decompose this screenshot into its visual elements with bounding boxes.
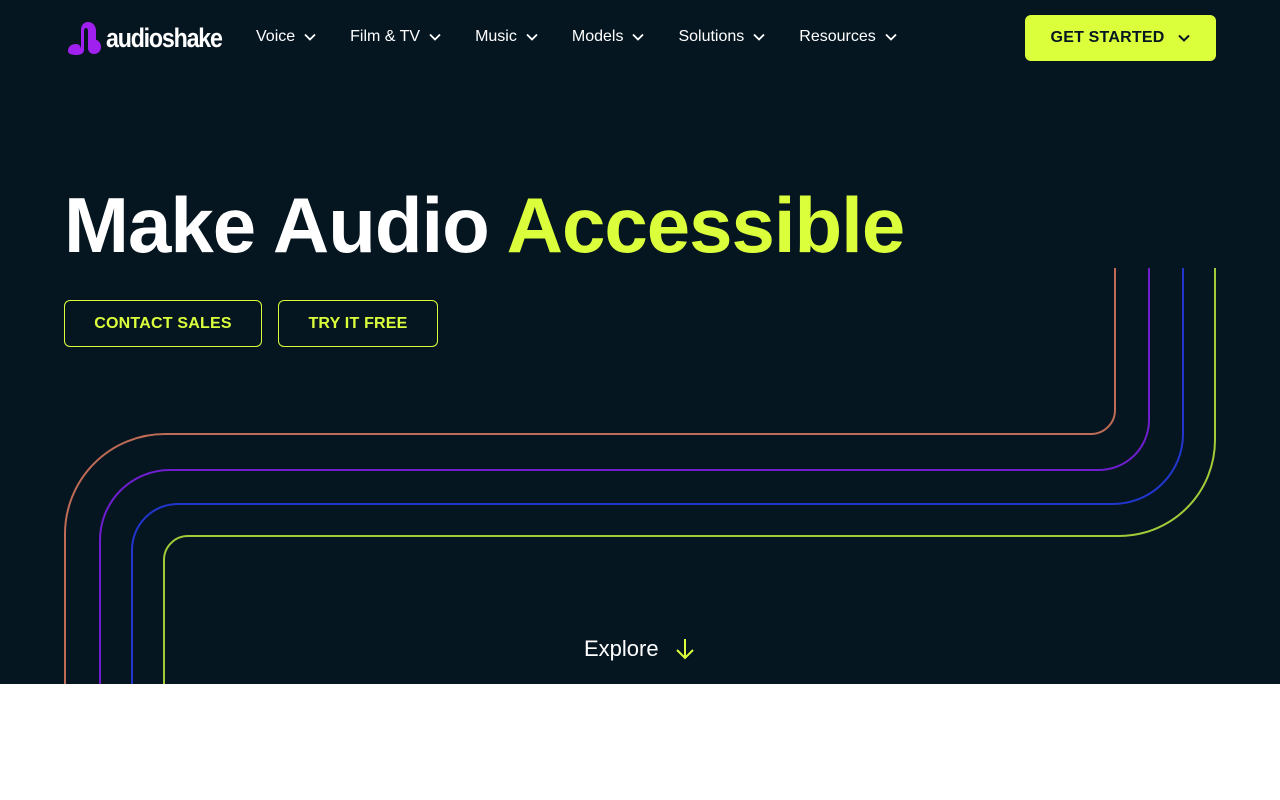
try-it-free-button[interactable]: TRY IT FREE [278,300,438,347]
nav-menu: Voice Film & TV Music Models Solutions R… [256,24,931,50]
top-navigation: audioshake Voice Film & TV Music Models … [0,0,1280,76]
nav-item-resources[interactable]: Resources [799,28,897,46]
hero-headline: Make Audio Accessible [64,180,906,270]
nav-item-models[interactable]: Models [572,28,645,46]
headline-main: Make Audio [64,181,507,269]
contact-sales-button[interactable]: CONTACT SALES [64,300,262,347]
chevron-down-icon [632,33,645,41]
nav-item-label: Film & TV [350,28,421,45]
chevron-down-icon [304,33,316,41]
hero-section: audioshake Voice Film & TV Music Models … [0,0,1280,684]
nav-item-label: Music [475,28,517,45]
chevron-down-icon [429,33,441,41]
nav-item-label: Solutions [678,28,745,45]
logo-mark-icon [68,22,101,55]
headline-accent: Accessible [506,181,906,269]
nav-item-film-tv[interactable]: Film & TV [350,28,441,46]
nav-item-voice[interactable]: Voice [256,28,316,46]
audioshake-logo[interactable]: audioshake [64,20,241,56]
logo-wordmark: audioshake [106,23,223,53]
chevron-down-icon [753,33,765,41]
nav-item-label: Resources [799,28,876,45]
get-started-button[interactable]: GET STARTED [1025,15,1216,61]
explore-label: Explore [584,636,659,661]
get-started-label: GET STARTED [1050,29,1165,46]
nav-item-music[interactable]: Music [475,28,538,46]
chevron-down-icon [1178,34,1191,42]
chevron-down-icon [885,33,897,41]
nav-item-label: Voice [256,28,296,45]
nav-item-solutions[interactable]: Solutions [678,28,765,46]
nav-item-label: Models [571,28,624,45]
explore-link[interactable]: Explore [584,634,695,664]
chevron-down-icon [526,33,538,41]
arrow-down-icon [675,639,694,660]
